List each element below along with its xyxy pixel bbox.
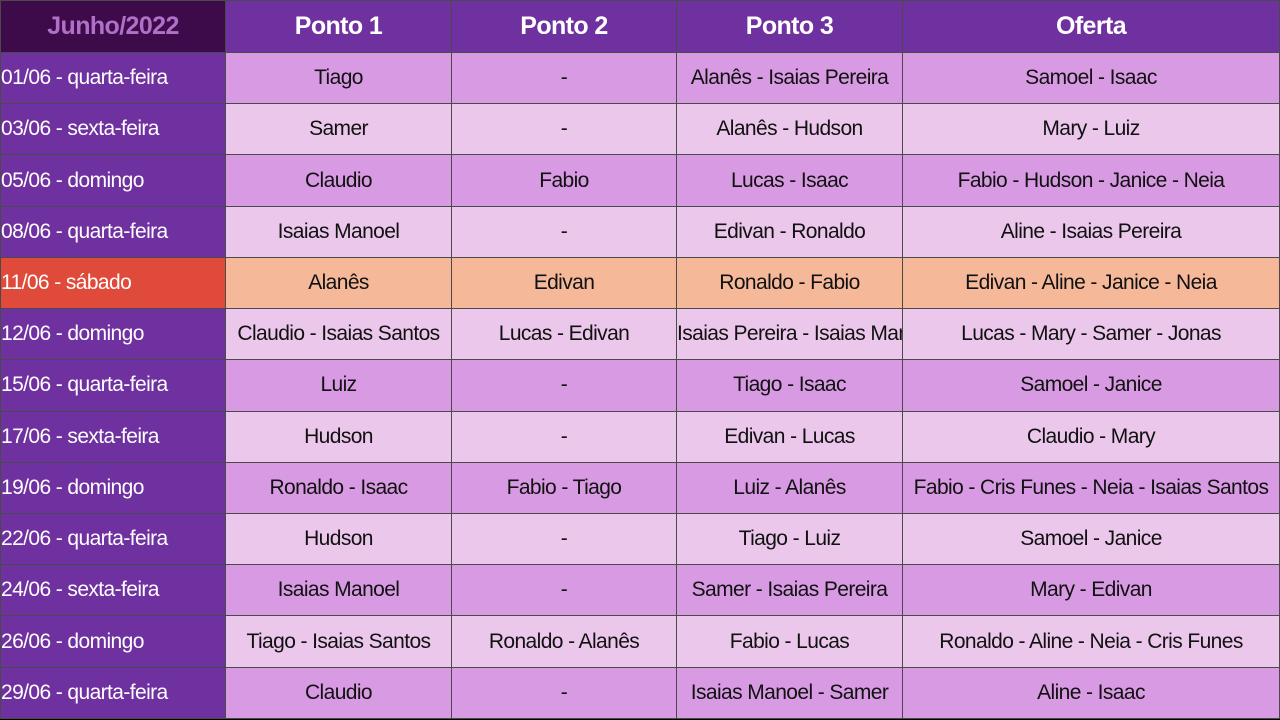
table-row: 26/06 - domingo Tiago - Isaias Santos Ro…	[0, 615, 1280, 668]
oferta-cell: Ronaldo - Aline - Neia - Cris Funes	[902, 615, 1280, 668]
ponto-2-cell: Ronaldo - Alanês	[451, 615, 677, 668]
ponto-3-cell: Ronaldo - Fabio	[676, 256, 903, 310]
ponto-1-cell: Hudson	[225, 512, 452, 566]
ponto-3-cell: Isaias Pereira - Isaias Manoel	[676, 308, 903, 361]
date-cell: 05/06 - domingo	[0, 154, 226, 207]
date-cell: 22/06 - quarta-feira	[0, 512, 226, 566]
ponto-3-cell: Edivan - Ronaldo	[676, 205, 903, 258]
date-cell: 01/06 - quarta-feira	[0, 51, 226, 105]
oferta-cell: Aline - Isaac	[902, 666, 1280, 720]
date-cell: 12/06 - domingo	[0, 308, 226, 361]
ponto-3-cell: Tiago - Isaac	[676, 359, 903, 412]
ponto-2-cell: -	[451, 359, 677, 412]
oferta-cell: Claudio - Mary	[902, 410, 1280, 463]
column-header-oferta: Oferta	[902, 0, 1280, 53]
ponto-2-cell: -	[451, 103, 677, 156]
oferta-cell: Samoel - Isaac	[902, 51, 1280, 105]
highlighted-table-row: 11/06 - sábado Alanês Edivan Ronaldo - F…	[0, 256, 1280, 310]
ponto-2-cell: -	[451, 666, 677, 720]
column-header-ponto-3: Ponto 3	[676, 0, 903, 53]
ponto-2-cell: -	[451, 564, 677, 617]
ponto-1-cell: Tiago	[225, 51, 452, 105]
ponto-3-cell: Lucas - Isaac	[676, 154, 903, 207]
ponto-3-cell: Alanês - Isaias Pereira	[676, 51, 903, 105]
table-row: 01/06 - quarta-feira Tiago - Alanês - Is…	[0, 51, 1280, 105]
ponto-1-cell: Alanês	[225, 256, 452, 310]
table-row: 24/06 - sexta-feira Isaias Manoel - Same…	[0, 564, 1280, 617]
ponto-2-cell: -	[451, 205, 677, 258]
table-row: 03/06 - sexta-feira Samer - Alanês - Hud…	[0, 103, 1280, 156]
ponto-1-cell: Isaias Manoel	[225, 564, 452, 617]
date-cell: 08/06 - quarta-feira	[0, 205, 226, 258]
ponto-1-cell: Hudson	[225, 410, 452, 463]
date-cell: 29/06 - quarta-feira	[0, 666, 226, 720]
date-cell: 24/06 - sexta-feira	[0, 564, 226, 617]
ponto-1-cell: Tiago - Isaias Santos	[225, 615, 452, 668]
ponto-3-cell: Alanês - Hudson	[676, 103, 903, 156]
oferta-cell: Aline - Isaias Pereira	[902, 205, 1280, 258]
ponto-3-cell: Isaias Manoel - Samer	[676, 666, 903, 720]
table-row: 19/06 - domingo Ronaldo - Isaac Fabio - …	[0, 461, 1280, 514]
table-row: 05/06 - domingo Claudio Fabio Lucas - Is…	[0, 154, 1280, 207]
ponto-3-cell: Samer - Isaias Pereira	[676, 564, 903, 617]
ponto-2-cell: -	[451, 410, 677, 463]
ponto-1-cell: Isaias Manoel	[225, 205, 452, 258]
table-row: 08/06 - quarta-feira Isaias Manoel - Edi…	[0, 205, 1280, 258]
ponto-2-cell: Fabio - Tiago	[451, 461, 677, 514]
ponto-1-cell: Luiz	[225, 359, 452, 412]
oferta-cell: Mary - Edivan	[902, 564, 1280, 617]
date-cell: 17/06 - sexta-feira	[0, 410, 226, 463]
table-row: 15/06 - quarta-feira Luiz - Tiago - Isaa…	[0, 359, 1280, 412]
ponto-2-cell: Lucas - Edivan	[451, 308, 677, 361]
table-row: 12/06 - domingo Claudio - Isaias Santos …	[0, 308, 1280, 361]
ponto-3-cell: Tiago - Luiz	[676, 512, 903, 566]
table-row: 29/06 - quarta-feira Claudio - Isaias Ma…	[0, 666, 1280, 720]
schedule-table: Junho/2022 Ponto 1 Ponto 2 Ponto 3 Ofert…	[0, 0, 1280, 720]
oferta-cell: Fabio - Hudson - Janice - Neia	[902, 154, 1280, 207]
ponto-1-cell: Claudio	[225, 154, 452, 207]
ponto-1-cell: Ronaldo - Isaac	[225, 461, 452, 514]
ponto-3-cell: Fabio - Lucas	[676, 615, 903, 668]
oferta-cell: Samoel - Janice	[902, 359, 1280, 412]
date-cell: 19/06 - domingo	[0, 461, 226, 514]
table-row: 17/06 - sexta-feira Hudson - Edivan - Lu…	[0, 410, 1280, 463]
oferta-cell: Edivan - Aline - Janice - Neia	[902, 256, 1280, 310]
date-cell: 15/06 - quarta-feira	[0, 359, 226, 412]
column-header-ponto-2: Ponto 2	[451, 0, 677, 53]
date-cell: 03/06 - sexta-feira	[0, 103, 226, 156]
table-row: 22/06 - quarta-feira Hudson - Tiago - Lu…	[0, 512, 1280, 566]
oferta-cell: Samoel - Janice	[902, 512, 1280, 566]
date-cell: 11/06 - sábado	[0, 256, 226, 310]
ponto-3-cell: Edivan - Lucas	[676, 410, 903, 463]
ponto-2-cell: Fabio	[451, 154, 677, 207]
month-header: Junho/2022	[0, 0, 226, 53]
ponto-2-cell: -	[451, 512, 677, 566]
ponto-1-cell: Claudio	[225, 666, 452, 720]
ponto-2-cell: -	[451, 51, 677, 105]
oferta-cell: Mary - Luiz	[902, 103, 1280, 156]
oferta-cell: Fabio - Cris Funes - Neia - Isaias Santo…	[902, 461, 1280, 514]
oferta-cell: Lucas - Mary - Samer - Jonas	[902, 308, 1280, 361]
date-cell: 26/06 - domingo	[0, 615, 226, 668]
ponto-1-cell: Claudio - Isaias Santos	[225, 308, 452, 361]
ponto-1-cell: Samer	[225, 103, 452, 156]
ponto-3-cell: Luiz - Alanês	[676, 461, 903, 514]
ponto-2-cell: Edivan	[451, 256, 677, 310]
header-row: Junho/2022 Ponto 1 Ponto 2 Ponto 3 Ofert…	[0, 0, 1280, 53]
column-header-ponto-1: Ponto 1	[225, 0, 452, 53]
